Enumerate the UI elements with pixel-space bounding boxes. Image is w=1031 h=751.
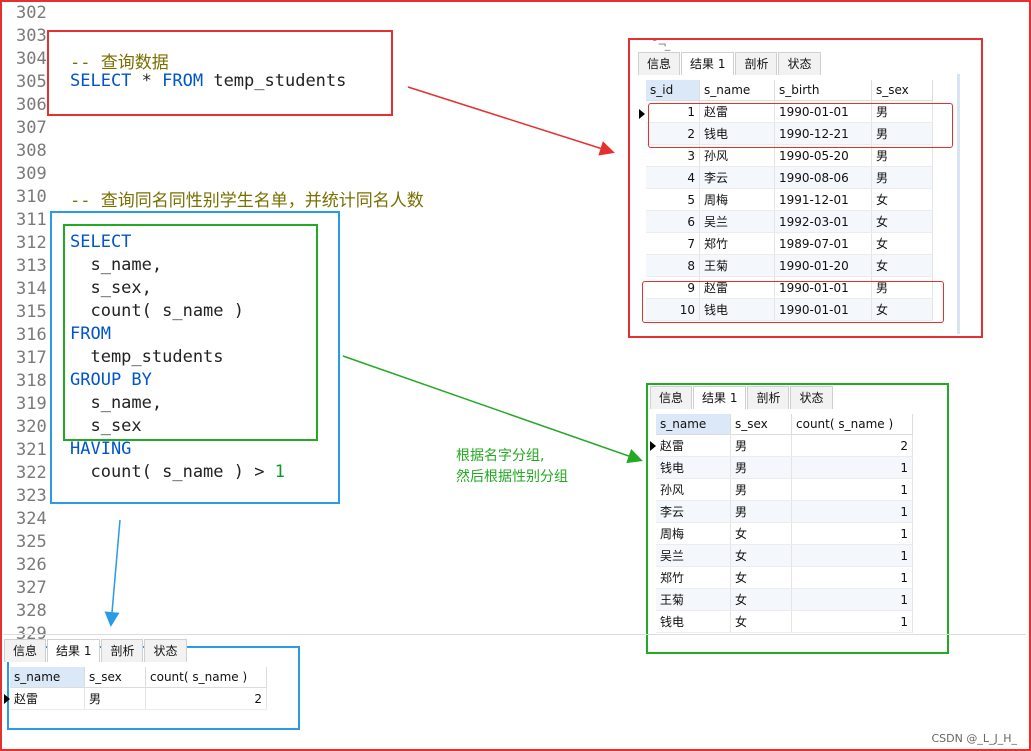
red-arrow bbox=[407, 86, 615, 156]
green-arrow bbox=[342, 355, 643, 464]
watermark: CSDN @_L_J_H_ bbox=[931, 732, 1017, 745]
arrows-layer bbox=[104, 86, 643, 627]
blue-arrow bbox=[104, 519, 121, 627]
